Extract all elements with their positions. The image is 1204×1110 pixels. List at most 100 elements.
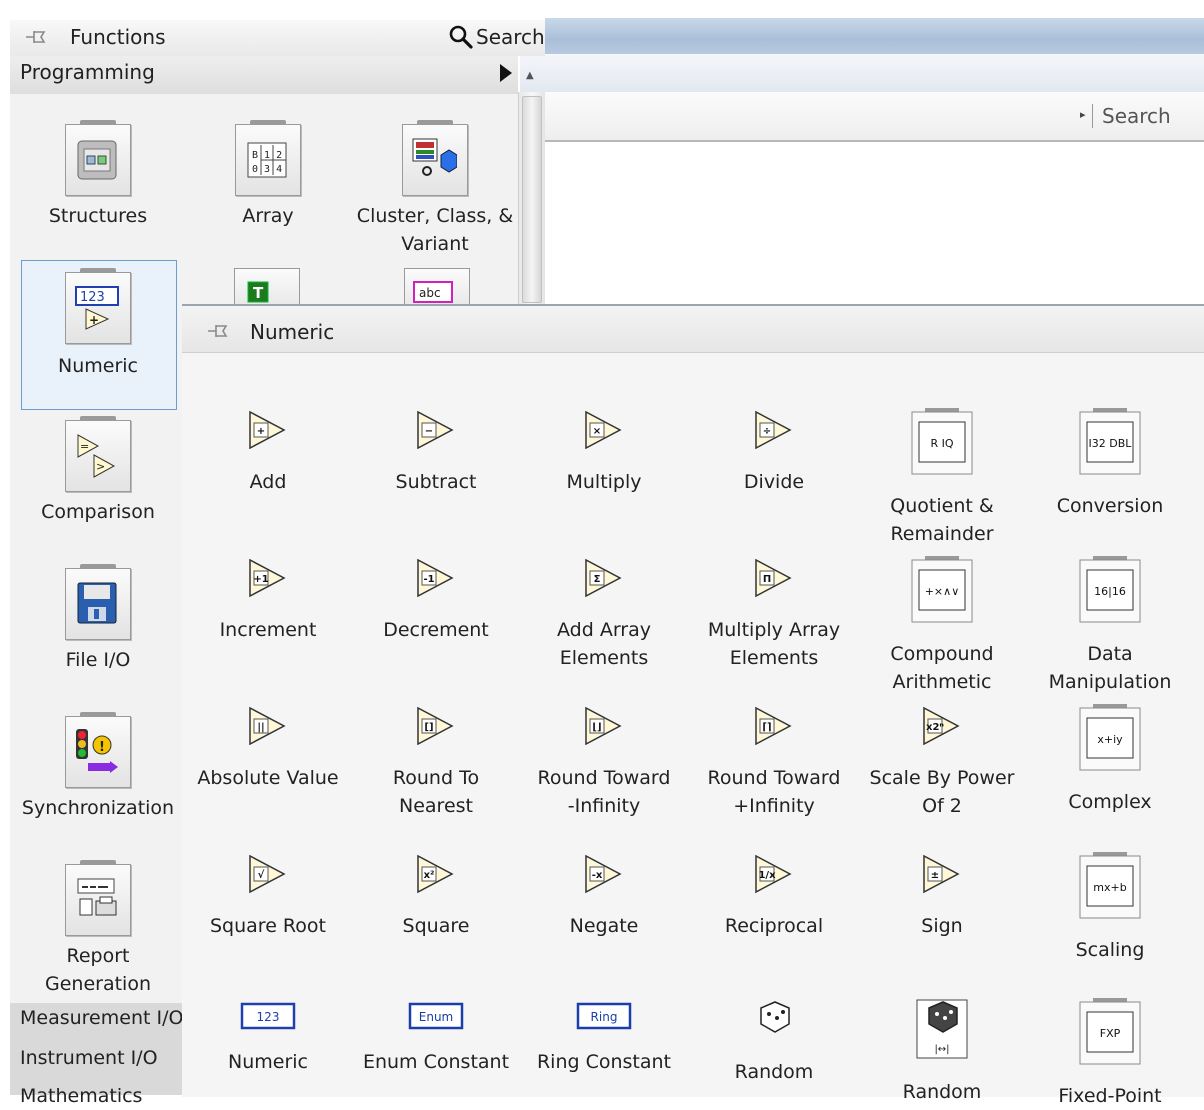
numeric-function-random-number[interactable]: Random: [694, 998, 854, 1086]
svg-text:Σ: Σ: [594, 574, 601, 585]
numeric-function-subtract[interactable]: − Subtract: [356, 408, 516, 496]
function-label: Negate: [569, 915, 639, 937]
function-label: Scale By Power Of 2: [869, 767, 1015, 817]
pin-icon[interactable]: [24, 26, 50, 53]
data-manipulation-icon: 16|16: [1030, 556, 1190, 632]
function-label: Add: [249, 471, 287, 493]
numeric-function-scale-by-power-of-2[interactable]: x2ⁿ Scale By Power Of 2: [862, 704, 1022, 820]
numeric-function-scaling[interactable]: mx+b Scaling: [1030, 852, 1190, 964]
function-label: Square Root: [210, 915, 326, 937]
svg-text:>: >: [96, 460, 105, 473]
numeric-function-ring-constant[interactable]: Ring Ring Constant: [524, 998, 684, 1076]
subpalette-report-generation[interactable]: Report Generation: [20, 860, 176, 998]
cluster-icon: [402, 120, 468, 196]
pin-icon[interactable]: [206, 320, 232, 347]
subpalette-label: Array: [242, 205, 294, 227]
subpalette-boolean[interactable]: T: [234, 268, 300, 305]
numeric-function-numeric-constant[interactable]: 123 Numeric: [188, 998, 348, 1076]
svg-text:mx+b: mx+b: [1093, 881, 1126, 894]
scroll-up-arrow-icon[interactable]: ▲: [526, 70, 534, 81]
svg-text:×: ×: [593, 426, 601, 437]
numeric-function-reciprocal[interactable]: 1/x Reciprocal: [694, 852, 854, 940]
function-label: Round To Nearest: [392, 767, 480, 817]
numeric-function-quotient-remainder[interactable]: R IQ Quotient & Remainder: [862, 408, 1022, 548]
numeric-function-divide[interactable]: ÷ Divide: [694, 408, 854, 496]
numeric-function-round-toward-neg-infinity[interactable]: ⌊⌋ Round Toward -Infinity: [524, 704, 684, 820]
enum-constant-icon: Enum: [356, 1002, 516, 1040]
ring-constant-icon: Ring: [524, 1002, 684, 1040]
numeric-function-add-array-elements[interactable]: Σ Add Array Elements: [524, 556, 684, 672]
svg-text:|↔|: |↔|: [934, 1044, 949, 1055]
round-toward-neg-infinity-icon: ⌊⌋: [524, 704, 684, 756]
svg-text:123: 123: [257, 1010, 280, 1024]
add-array-elements-icon: Σ: [524, 556, 684, 608]
svg-text:Π: Π: [763, 574, 771, 585]
numeric-function-negate[interactable]: -x Negate: [524, 852, 684, 940]
numeric-function-conversion[interactable]: I32 DBL Conversion: [1030, 408, 1190, 520]
subpalette-structures[interactable]: Structures: [20, 120, 176, 230]
function-label: Add Array Elements: [557, 619, 651, 669]
numeric-function-add[interactable]: + Add: [188, 408, 348, 496]
numeric-function-multiply-array-elements[interactable]: Π Multiply Array Elements: [694, 556, 854, 672]
subpalette-label: Synchronization: [21, 797, 175, 819]
boolean-icon: T: [247, 281, 269, 303]
numeric-function-absolute-value[interactable]: || Absolute Value: [188, 704, 348, 792]
numeric-palette-title: Numeric: [250, 320, 335, 344]
numeric-function-round-toward-pos-infinity[interactable]: ⌈⌉ Round Toward +Infinity: [694, 704, 854, 820]
svg-text:⌈⌉: ⌈⌉: [762, 722, 771, 733]
numeric-icon: 123 +: [65, 268, 131, 344]
subpalette-cluster-class-variant[interactable]: Cluster, Class, & Variant: [352, 120, 518, 258]
random-number-range-icon: |↔|: [862, 998, 1022, 1070]
fixed-point-icon: FXP: [1030, 998, 1190, 1074]
numeric-function-round-to-nearest[interactable]: [] Round To Nearest: [356, 704, 516, 820]
background-search-button[interactable]: Search: [1102, 104, 1171, 128]
function-label: Fixed-Point: [1058, 1085, 1162, 1107]
search-separator: [1092, 104, 1093, 128]
subpalette-array[interactable]: B 1 2 0 3 4 Array: [190, 120, 346, 230]
numeric-function-square-root[interactable]: √ Square Root: [188, 852, 348, 940]
sign-icon: ±: [862, 852, 1022, 904]
category-expand-arrow-icon[interactable]: [500, 64, 512, 82]
svg-text:±: ±: [931, 870, 939, 881]
subpalette-numeric[interactable]: 123 + Numeric: [20, 268, 176, 380]
svg-text:+1: +1: [253, 574, 268, 585]
numeric-function-complex[interactable]: x+iy Complex: [1030, 704, 1190, 816]
numeric-function-random-number-range[interactable]: |↔| Random: [862, 998, 1022, 1106]
background-window-content: [545, 142, 1204, 302]
search-dropdown-arrow-icon[interactable]: ▸: [1080, 108, 1086, 121]
search-icon[interactable]: [448, 24, 474, 54]
scaling-icon: mx+b: [1030, 852, 1190, 928]
subpalette-synchronization[interactable]: ! Synchronization: [20, 712, 176, 822]
subpalette-file-io[interactable]: File I/O: [20, 564, 176, 674]
subpalette-string[interactable]: abc: [404, 268, 470, 305]
subpalette-label: Comparison: [41, 501, 155, 523]
numeric-function-decrement[interactable]: -1 Decrement: [356, 556, 516, 644]
category-measurement-io[interactable]: Measurement I/O: [20, 1007, 183, 1029]
subpalette-comparison[interactable]: = > Comparison: [20, 416, 176, 526]
numeric-function-data-manipulation[interactable]: 16|16 Data Manipulation: [1030, 556, 1190, 696]
complex-icon: x+iy: [1030, 704, 1190, 780]
function-label: Absolute Value: [197, 767, 339, 789]
svg-text:1/x: 1/x: [758, 870, 776, 881]
category-instrument-io[interactable]: Instrument I/O: [20, 1047, 158, 1069]
numeric-function-multiply[interactable]: × Multiply: [524, 408, 684, 496]
function-label: Multiply Array Elements: [707, 619, 841, 669]
numeric-function-square[interactable]: x² Square: [356, 852, 516, 940]
function-label: Enum Constant: [362, 1051, 510, 1073]
numeric-function-increment[interactable]: +1 Increment: [188, 556, 348, 644]
numeric-function-fixed-point[interactable]: FXP Fixed-Point: [1030, 998, 1190, 1110]
category-programming[interactable]: Programming: [20, 60, 155, 84]
functions-search-button[interactable]: Search: [476, 25, 545, 49]
numeric-function-compound-arithmetic[interactable]: +×∧∨ Compound Arithmetic: [862, 556, 1022, 696]
numeric-function-sign[interactable]: ± Sign: [862, 852, 1022, 940]
svg-text:x+iy: x+iy: [1097, 733, 1123, 746]
category-mathematics[interactable]: Mathematics: [20, 1085, 142, 1107]
numeric-function-enum-constant[interactable]: Enum Enum Constant: [356, 998, 516, 1076]
function-label: Compound Arithmetic: [890, 643, 994, 693]
round-toward-pos-infinity-icon: ⌈⌉: [694, 704, 854, 756]
palette-scrollbar-thumb[interactable]: [522, 96, 542, 303]
function-label: Quotient & Remainder: [890, 495, 994, 545]
svg-text:=: =: [80, 440, 89, 453]
function-label: Sign: [921, 915, 963, 937]
svg-text:R IQ: R IQ: [930, 437, 953, 450]
